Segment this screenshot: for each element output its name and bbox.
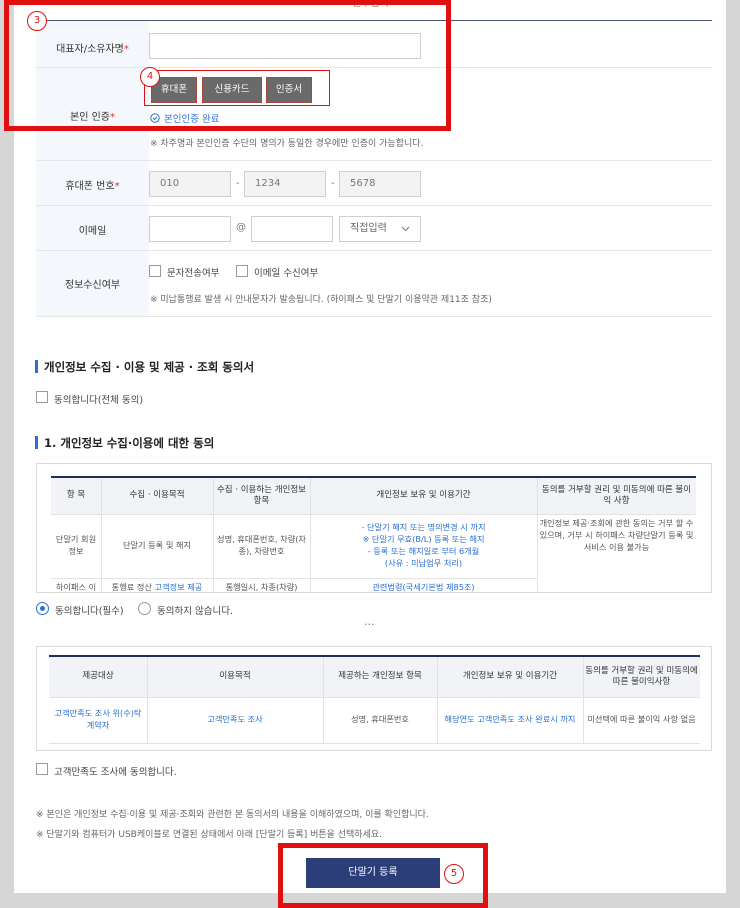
receive-note: ※ 미납통행료 발생 시 안내문자가 발송됩니다. (하이패스 및 단말기 이용…: [150, 295, 492, 305]
t2-cell: 성명, 휴대폰번호: [351, 714, 409, 725]
email-id-input[interactable]: [149, 216, 231, 242]
phone-dash: -: [331, 178, 335, 189]
annotation-badge-4: 4: [140, 67, 160, 87]
table-line: [51, 514, 696, 515]
email-domain-input[interactable]: [251, 216, 333, 242]
row-divider: [36, 316, 712, 317]
annotation-box-4: [144, 70, 330, 106]
t1-cell-retention: - 단말기 해지 또는 명의변경 시 까지 ※ 단말기 무효(B/L) 등록 또…: [310, 516, 537, 576]
row-divider: [36, 205, 712, 206]
t2-header: 제공하는 개인정보 항목: [323, 657, 437, 697]
registration-form-page: 필수입력 대표자/소유자명* 본인 인증* 휴대폰 신용카드 인증서 본인인증 …: [14, 0, 726, 893]
confirm-note: ※ 본인은 개인정보 수집·이용 및 제공·조회와 관련한 본 동의서의 내용을…: [36, 810, 429, 820]
all-agree-label: 동의합니다(전체 동의): [54, 395, 144, 406]
table-line: [51, 578, 537, 579]
phone-part2-input[interactable]: 1234: [244, 171, 326, 197]
phone-part3-input[interactable]: 5678: [339, 171, 421, 197]
consent-table-1[interactable]: 항 목 수집 · 이용목적 수집 · 이용하는 개인정보 항목 개인정보 보유 …: [36, 463, 712, 593]
t1-cell: 단말기 회원 정보: [55, 534, 97, 556]
email-at-sign: @: [236, 222, 246, 233]
annotation-box-3: [4, 0, 451, 131]
section-bar: [35, 360, 38, 373]
email-domain-select[interactable]: 직접입력: [339, 216, 421, 242]
t1-header-retention: 개인정보 보유 및 이용기간: [310, 478, 537, 514]
survey-agree-label: 고객만족도 조사에 동의합니다.: [54, 767, 177, 778]
row-divider: [36, 250, 712, 251]
t1-cell: 하이패스 이: [55, 582, 97, 593]
table-line: [49, 743, 700, 744]
disagree-radio-label: 동의하지 않습니다.: [157, 606, 233, 617]
usb-note: ※ 단말기와 컴퓨터가 USB케이블로 연결된 상태에서 아래 [단말기 등록]…: [36, 830, 383, 840]
t2-cell: 해당연도 고객만족도 조사 완료시 까지: [444, 714, 576, 725]
chevron-down-icon: [401, 226, 410, 232]
t2-header: 이용목적: [147, 657, 323, 697]
t1-cell: 개인정보 제공·조회에 관한 동의는 거부 할 수 있으며, 거부 시 하이패스…: [539, 518, 694, 552]
section1-title: 1. 개인정보 수집·이용에 대한 동의: [44, 436, 215, 450]
consent-table-2: 제공대상 이용목적 제공하는 개인정보 항목 개인정보 보유 및 이용기간 동의…: [36, 646, 712, 751]
t1-retention-line: - 단말기 해지 또는 명의변경 시 까지: [361, 522, 486, 533]
email-receive-label: 이메일 수신여부: [254, 268, 319, 279]
survey-agree-checkbox[interactable]: [36, 763, 48, 775]
annotation-badge-3: 3: [27, 11, 47, 31]
phone-label: 휴대폰 번호*: [65, 181, 120, 192]
annotation-badge-5: 5: [444, 864, 464, 884]
t1-cell: 통행일시, 차종(차량): [225, 582, 298, 593]
agree-radio-label: 동의합니다(필수): [55, 606, 124, 617]
sms-checkbox-label: 문자전송여부: [167, 268, 220, 279]
row-divider: [36, 160, 712, 161]
t1-cell-text: 고객정보 제공: [154, 582, 203, 593]
disagree-radio[interactable]: [138, 602, 151, 615]
t1-header-item: 항 목: [51, 478, 101, 514]
omitted-ellipsis: ...: [364, 615, 375, 628]
receive-label: 정보수신여부: [64, 280, 121, 291]
t1-cell: 단말기 등록 및 해지: [122, 540, 192, 551]
email-label: 이메일: [78, 226, 107, 237]
t1-cell: 관련법령(국세기본법 제85조): [372, 582, 475, 593]
t2-header: 제공대상: [49, 657, 147, 697]
phone-dash: -: [236, 178, 240, 189]
section-bar: [35, 436, 38, 449]
t1-retention-line: ※ 단말기 무효(B/L) 등록 또는 해지: [362, 534, 485, 545]
t1-cell: 성명, 휴대폰번호, 차량(차종), 차량번호: [217, 534, 306, 556]
t1-header-purpose: 수집 · 이용목적: [101, 478, 213, 514]
t1-header-refusal: 동의를 거부할 권리 및 미동의에 따른 불이익 사항: [537, 478, 696, 514]
auth-note: ※ 차주명과 본인인증 수단의 명의가 동일한 경우에만 인증이 가능합니다.: [150, 139, 424, 149]
t2-cell: 고객만족도 조사: [207, 714, 263, 725]
t2-cell: 미선택에 따른 불이익 사항 없음: [587, 714, 696, 725]
t1-cell-text: 통행료 정산: [111, 582, 152, 593]
t1-header-fields: 수집 · 이용하는 개인정보 항목: [213, 478, 310, 514]
t1-cell: 통행료 정산 고객정보 제공: [101, 580, 213, 593]
email-select-value: 직접입력: [350, 223, 387, 234]
sms-checkbox[interactable]: [149, 265, 161, 277]
t2-cell: 고객만족도 조사 위(수)탁 계약자: [54, 708, 142, 730]
t2-header: 동의를 거부할 권리 및 미동의에 따른 불이익사항: [583, 657, 700, 697]
t1-retention-line: - 등록 또는 해지일로 부터 6개월: [367, 546, 480, 556]
all-agree-checkbox[interactable]: [36, 391, 48, 403]
agree-radio[interactable]: [36, 602, 49, 615]
t2-header: 개인정보 보유 및 이용기간: [437, 657, 583, 697]
email-receive-checkbox[interactable]: [236, 265, 248, 277]
phone-part1-input[interactable]: 010: [149, 171, 231, 197]
t1-retention-line: (사유 : 미납업무 처리): [384, 557, 463, 568]
consent-title: 개인정보 수집 · 이용 및 제공 · 조회 동의서: [44, 360, 255, 374]
